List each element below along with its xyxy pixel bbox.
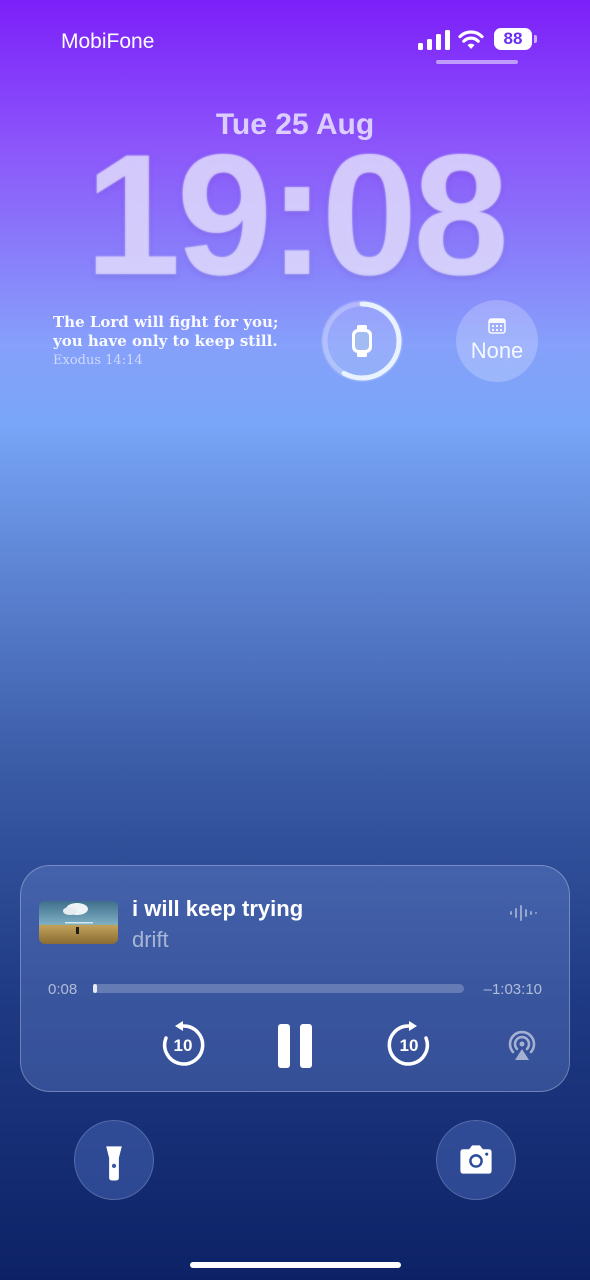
now-playing-widget[interactable]: i will keep trying drift 0:08 –1:03:10 1… [20, 865, 570, 1092]
skip-forward-button[interactable]: 10 [387, 1021, 431, 1067]
remaining-time: –1:03:10 [483, 981, 542, 998]
elapsed-time: 0:08 [48, 981, 78, 998]
home-indicator[interactable] [190, 1262, 401, 1268]
skip-back-seconds: 10 [173, 1036, 193, 1055]
verse-widget[interactable]: The Lord will fight for you; you have on… [53, 313, 303, 368]
skip-forward-seconds: 10 [399, 1036, 419, 1055]
carrier-name: MobiFone [61, 30, 155, 53]
calendar-widget[interactable]: None [456, 300, 538, 382]
scrubber-progress [93, 984, 98, 993]
flashlight-icon [106, 1146, 122, 1181]
battery-indicator: 88 [494, 28, 538, 52]
camera-button[interactable] [436, 1120, 516, 1200]
song-title[interactable]: i will keep trying [132, 896, 303, 922]
airplay-icon[interactable] [505, 1028, 539, 1062]
camera-icon [460, 1145, 492, 1174]
verse-reference: Exodus 14:14 [53, 353, 143, 368]
calendar-icon [488, 318, 506, 334]
song-artist[interactable]: drift [132, 927, 169, 953]
pause-icon [278, 1024, 312, 1068]
status-underline [436, 60, 518, 64]
verse-line-2: you have only to keep still. [53, 332, 278, 350]
album-artwork[interactable] [39, 901, 118, 944]
playback-scrubber[interactable] [93, 984, 464, 993]
lock-time[interactable]: 19:08 [0, 129, 590, 301]
flashlight-button[interactable] [74, 1120, 154, 1200]
watch-battery-widget[interactable] [321, 300, 403, 382]
battery-percent: 88 [494, 28, 532, 50]
waveform-icon [510, 905, 537, 921]
cellular-signal-icon [418, 30, 450, 50]
verse-line-1: The Lord will fight for you; [53, 313, 279, 331]
battery-tip [534, 35, 537, 43]
calendar-label: None [470, 338, 524, 363]
wifi-icon [458, 30, 484, 49]
pause-button[interactable] [277, 1023, 313, 1069]
skip-back-button[interactable]: 10 [161, 1021, 205, 1067]
